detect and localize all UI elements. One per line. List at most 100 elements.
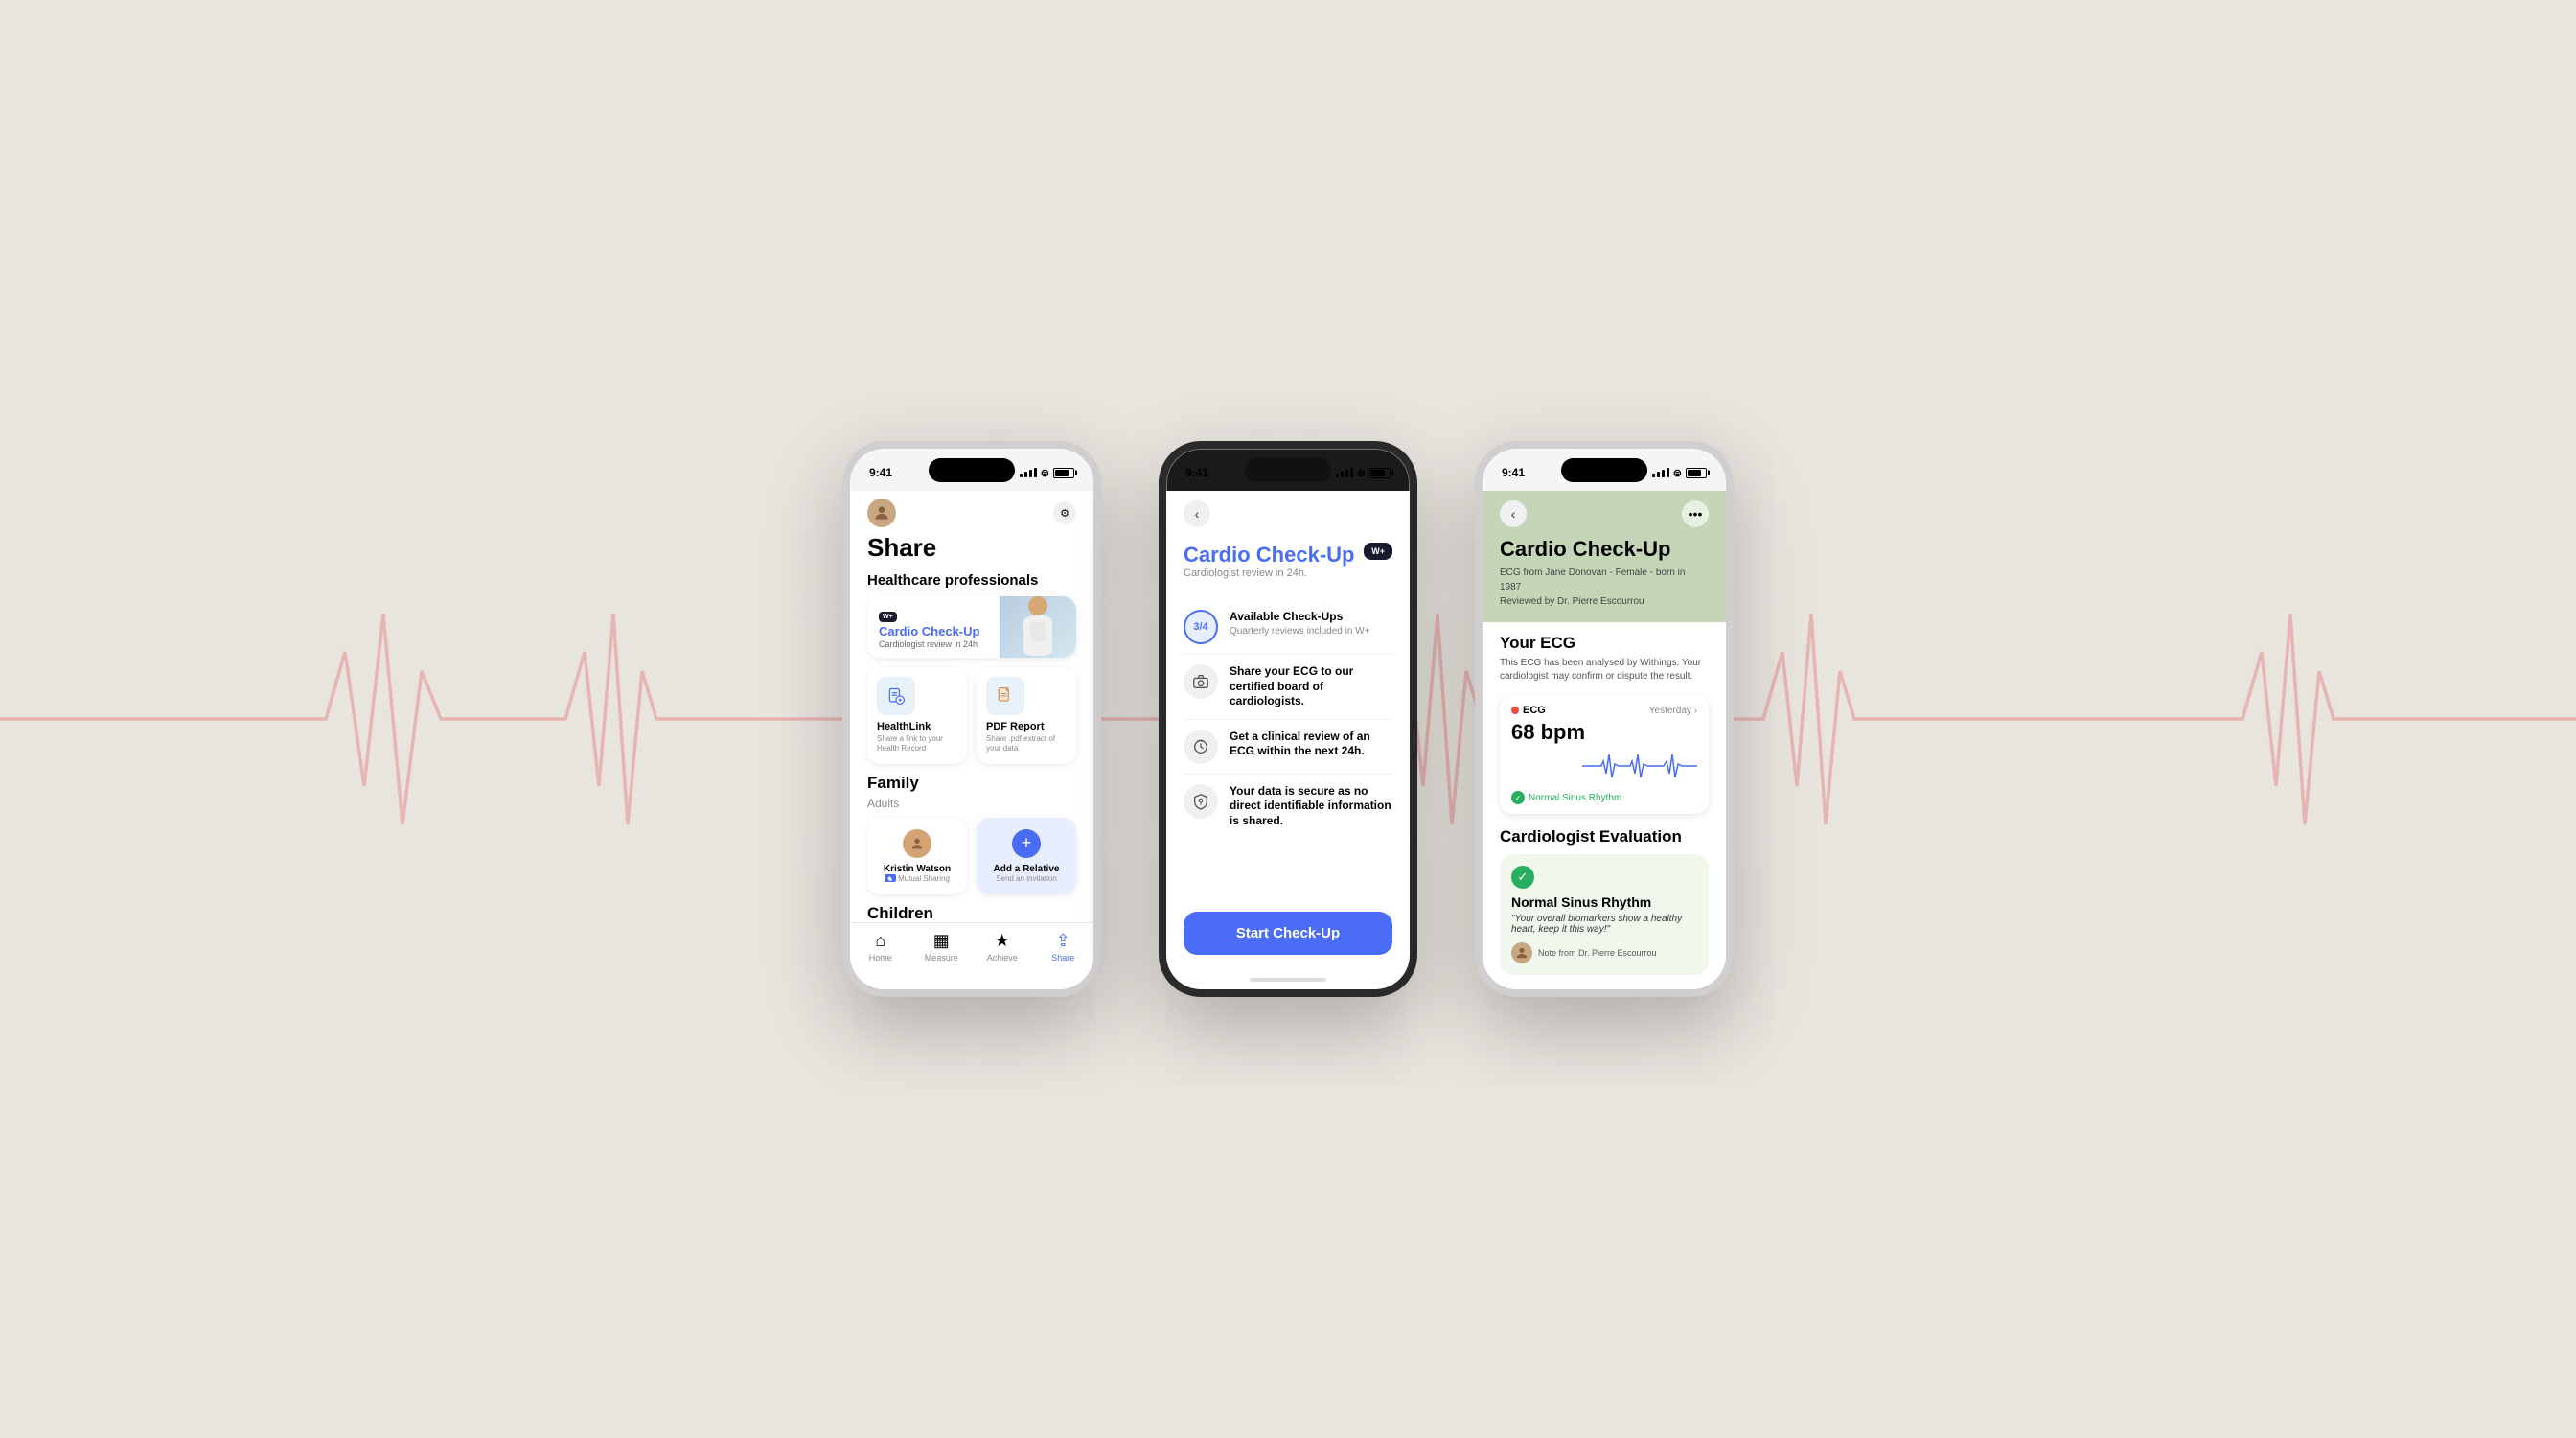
ecg-label: ECG bbox=[1511, 705, 1546, 716]
pdf-title: PDF Report bbox=[986, 721, 1067, 732]
share-screen: ⚙ Share Healthcare professionals W+ Card… bbox=[850, 491, 1093, 989]
add-title: Add a Relative bbox=[994, 864, 1060, 874]
family-section: Family Adults Kristin Watson bbox=[850, 774, 1093, 894]
share-options-row: HealthLink Share a link to your Health R… bbox=[850, 667, 1093, 774]
battery-3 bbox=[1686, 468, 1707, 478]
security-text: Your data is secure as no direct identif… bbox=[1230, 784, 1392, 829]
dynamic-island-3 bbox=[1561, 458, 1647, 482]
family-members-row: Kristin Watson Mutual Sharing + Add a Re… bbox=[867, 818, 1076, 894]
cardio-screen-title: Cardio Check-Up bbox=[1184, 543, 1354, 568]
result-screen: ‹ ••• Cardio Check-Up ECG from Jane Dono… bbox=[1483, 491, 1726, 989]
status-icons-3: ⊜ bbox=[1652, 467, 1707, 479]
battery-2 bbox=[1369, 468, 1391, 478]
settings-icon[interactable]: ⚙ bbox=[1053, 501, 1076, 524]
phone-3: 9:41 ⊜ ‹ ••• bbox=[1475, 441, 1734, 997]
share-ecg-item: Share your ECG to our certified board of… bbox=[1184, 655, 1392, 720]
sinus-status: ✓ Normal Sinus Rhythm bbox=[1511, 791, 1697, 804]
available-checkups-item: 3/4 Available Check-Ups Quarterly review… bbox=[1184, 600, 1392, 655]
cardio-heading: Cardio Check-Up Cardiologist review in 2… bbox=[1184, 543, 1392, 596]
cardio-screen: ‹ Cardio Check-Up Cardiologist review in… bbox=[1166, 491, 1410, 989]
time-2: 9:41 bbox=[1185, 466, 1208, 479]
kristin-sub: Mutual Sharing bbox=[885, 874, 950, 883]
w-plus-badge-2: W+ bbox=[1364, 543, 1392, 560]
ecg-bpm: 68 bpm bbox=[1511, 720, 1697, 745]
measure-label: Measure bbox=[925, 953, 958, 963]
sinus-label: Normal Sinus Rhythm bbox=[1529, 793, 1622, 803]
phone-2-content: ‹ Cardio Check-Up Cardiologist review in… bbox=[1166, 491, 1410, 989]
mutual-label: Mutual Sharing bbox=[898, 874, 950, 883]
more-options-button[interactable]: ••• bbox=[1682, 500, 1709, 527]
share-label: Share bbox=[1051, 953, 1074, 963]
clinical-review-item: Get a clinical review of an ECG within t… bbox=[1184, 720, 1392, 775]
result-body: Your ECG This ECG has been analysed by W… bbox=[1483, 622, 1726, 989]
healthcare-section-title: Healthcare professionals bbox=[850, 572, 1093, 596]
ecg-card-top: ECG Yesterday › bbox=[1511, 705, 1697, 716]
pdf-card[interactable]: PDF Report Share .pdf extract of your da… bbox=[977, 667, 1076, 764]
ecg-data-card[interactable]: ECG Yesterday › 68 bpm bbox=[1500, 695, 1709, 814]
w-plus-badge: W+ bbox=[879, 612, 897, 622]
cardio-main-content: Cardio Check-Up Cardiologist review in 2… bbox=[1166, 533, 1410, 912]
home-label: Home bbox=[869, 953, 892, 963]
children-title: Children bbox=[850, 894, 1093, 923]
eval-card: ✓ Normal Sinus Rhythm "Your overall biom… bbox=[1500, 854, 1709, 975]
nav-achieve[interactable]: ★ Achieve bbox=[972, 931, 1033, 963]
share-icon: ⇪ bbox=[1056, 931, 1070, 951]
eval-quote: "Your overall biomarkers show a healthy … bbox=[1511, 914, 1697, 935]
healthlink-card[interactable]: HealthLink Share a link to your Health R… bbox=[867, 667, 967, 764]
heart-dot bbox=[1511, 707, 1519, 714]
kristin-name: Kristin Watson bbox=[884, 864, 951, 874]
result-header: ‹ ••• Cardio Check-Up ECG from Jane Dono… bbox=[1483, 491, 1726, 622]
back-button-2[interactable]: ‹ bbox=[1184, 500, 1210, 527]
status-icons-2: ⊜ bbox=[1336, 467, 1391, 479]
pdf-sub: Share .pdf extract of your data bbox=[986, 734, 1067, 754]
nav-home[interactable]: ⌂ Home bbox=[850, 931, 911, 963]
doctor-avatar bbox=[1511, 942, 1532, 963]
add-relative-btn[interactable]: + bbox=[1012, 829, 1041, 858]
time-1: 9:41 bbox=[869, 466, 892, 479]
dynamic-island-1 bbox=[929, 458, 1015, 482]
cardio-header: ‹ bbox=[1166, 491, 1410, 533]
family-title: Family bbox=[867, 774, 1076, 793]
eval-doctor-row: Note from Dr. Pierre Escourrou bbox=[1511, 942, 1697, 963]
measure-icon: ▦ bbox=[933, 931, 950, 951]
phone-3-content: ‹ ••• Cardio Check-Up ECG from Jane Dono… bbox=[1483, 491, 1726, 989]
ecg-waveform bbox=[1511, 749, 1697, 787]
cardio-banner-title: Cardio Check-Up bbox=[879, 624, 988, 638]
nav-measure[interactable]: ▦ Measure bbox=[911, 931, 973, 963]
ecg-label-text: ECG bbox=[1523, 705, 1546, 716]
back-button-3[interactable]: ‹ bbox=[1500, 500, 1527, 527]
dynamic-island-2 bbox=[1245, 458, 1331, 482]
result-header-top: ‹ ••• bbox=[1500, 500, 1709, 527]
phone-1: 9:41 ⊜ ⚙ bbox=[842, 441, 1101, 997]
your-ecg-title: Your ECG bbox=[1500, 634, 1709, 653]
eval-diagnosis: Normal Sinus Rhythm bbox=[1511, 894, 1697, 910]
cardio-banner-image bbox=[1000, 596, 1076, 658]
checkup-text: Available Check-Ups Quarterly reviews in… bbox=[1230, 610, 1369, 638]
cardio-checkup-banner[interactable]: W+ Cardio Check-Up Cardiologist review i… bbox=[867, 596, 1076, 658]
eval-check-icon: ✓ bbox=[1511, 866, 1534, 889]
add-relative-card[interactable]: + Add a Relative Send an invitation bbox=[977, 818, 1076, 894]
bottom-nav-1: ⌂ Home ▦ Measure ★ Achieve ⇪ Share bbox=[850, 922, 1093, 989]
doctor-note-text: Note from Dr. Pierre Escourrou bbox=[1538, 948, 1657, 958]
security-title: Your data is secure as no direct identif… bbox=[1230, 784, 1392, 829]
wifi-icon-2: ⊜ bbox=[1357, 467, 1366, 479]
achieve-label: Achieve bbox=[987, 953, 1018, 963]
cardio-banner-content: W+ Cardio Check-Up Cardiologist review i… bbox=[867, 598, 1000, 657]
kristin-avatar bbox=[903, 829, 932, 858]
signal-bars-2 bbox=[1336, 468, 1353, 477]
add-sub-text: Send an invitation bbox=[996, 874, 1057, 883]
user-avatar[interactable] bbox=[867, 499, 896, 527]
share-header: ⚙ bbox=[850, 491, 1093, 527]
healthlink-title: HealthLink bbox=[877, 721, 957, 732]
available-sub: Quarterly reviews included in W+ bbox=[1230, 625, 1369, 638]
start-checkup-button[interactable]: Start Check-Up bbox=[1184, 912, 1392, 955]
ecg-note: This ECG has been analysed by Withings. … bbox=[1500, 657, 1709, 684]
available-title: Available Check-Ups bbox=[1230, 610, 1369, 625]
signal-bars-1 bbox=[1020, 468, 1037, 477]
kristin-watson-card[interactable]: Kristin Watson Mutual Sharing bbox=[867, 818, 967, 894]
share-ecg-title: Share your ECG to our certified board of… bbox=[1230, 664, 1392, 709]
share-title: Share bbox=[850, 527, 1093, 572]
cardio-banner-sub: Cardiologist review in 24h bbox=[879, 639, 988, 649]
nav-share[interactable]: ⇪ Share bbox=[1033, 931, 1094, 963]
wifi-icon-3: ⊜ bbox=[1673, 467, 1682, 479]
